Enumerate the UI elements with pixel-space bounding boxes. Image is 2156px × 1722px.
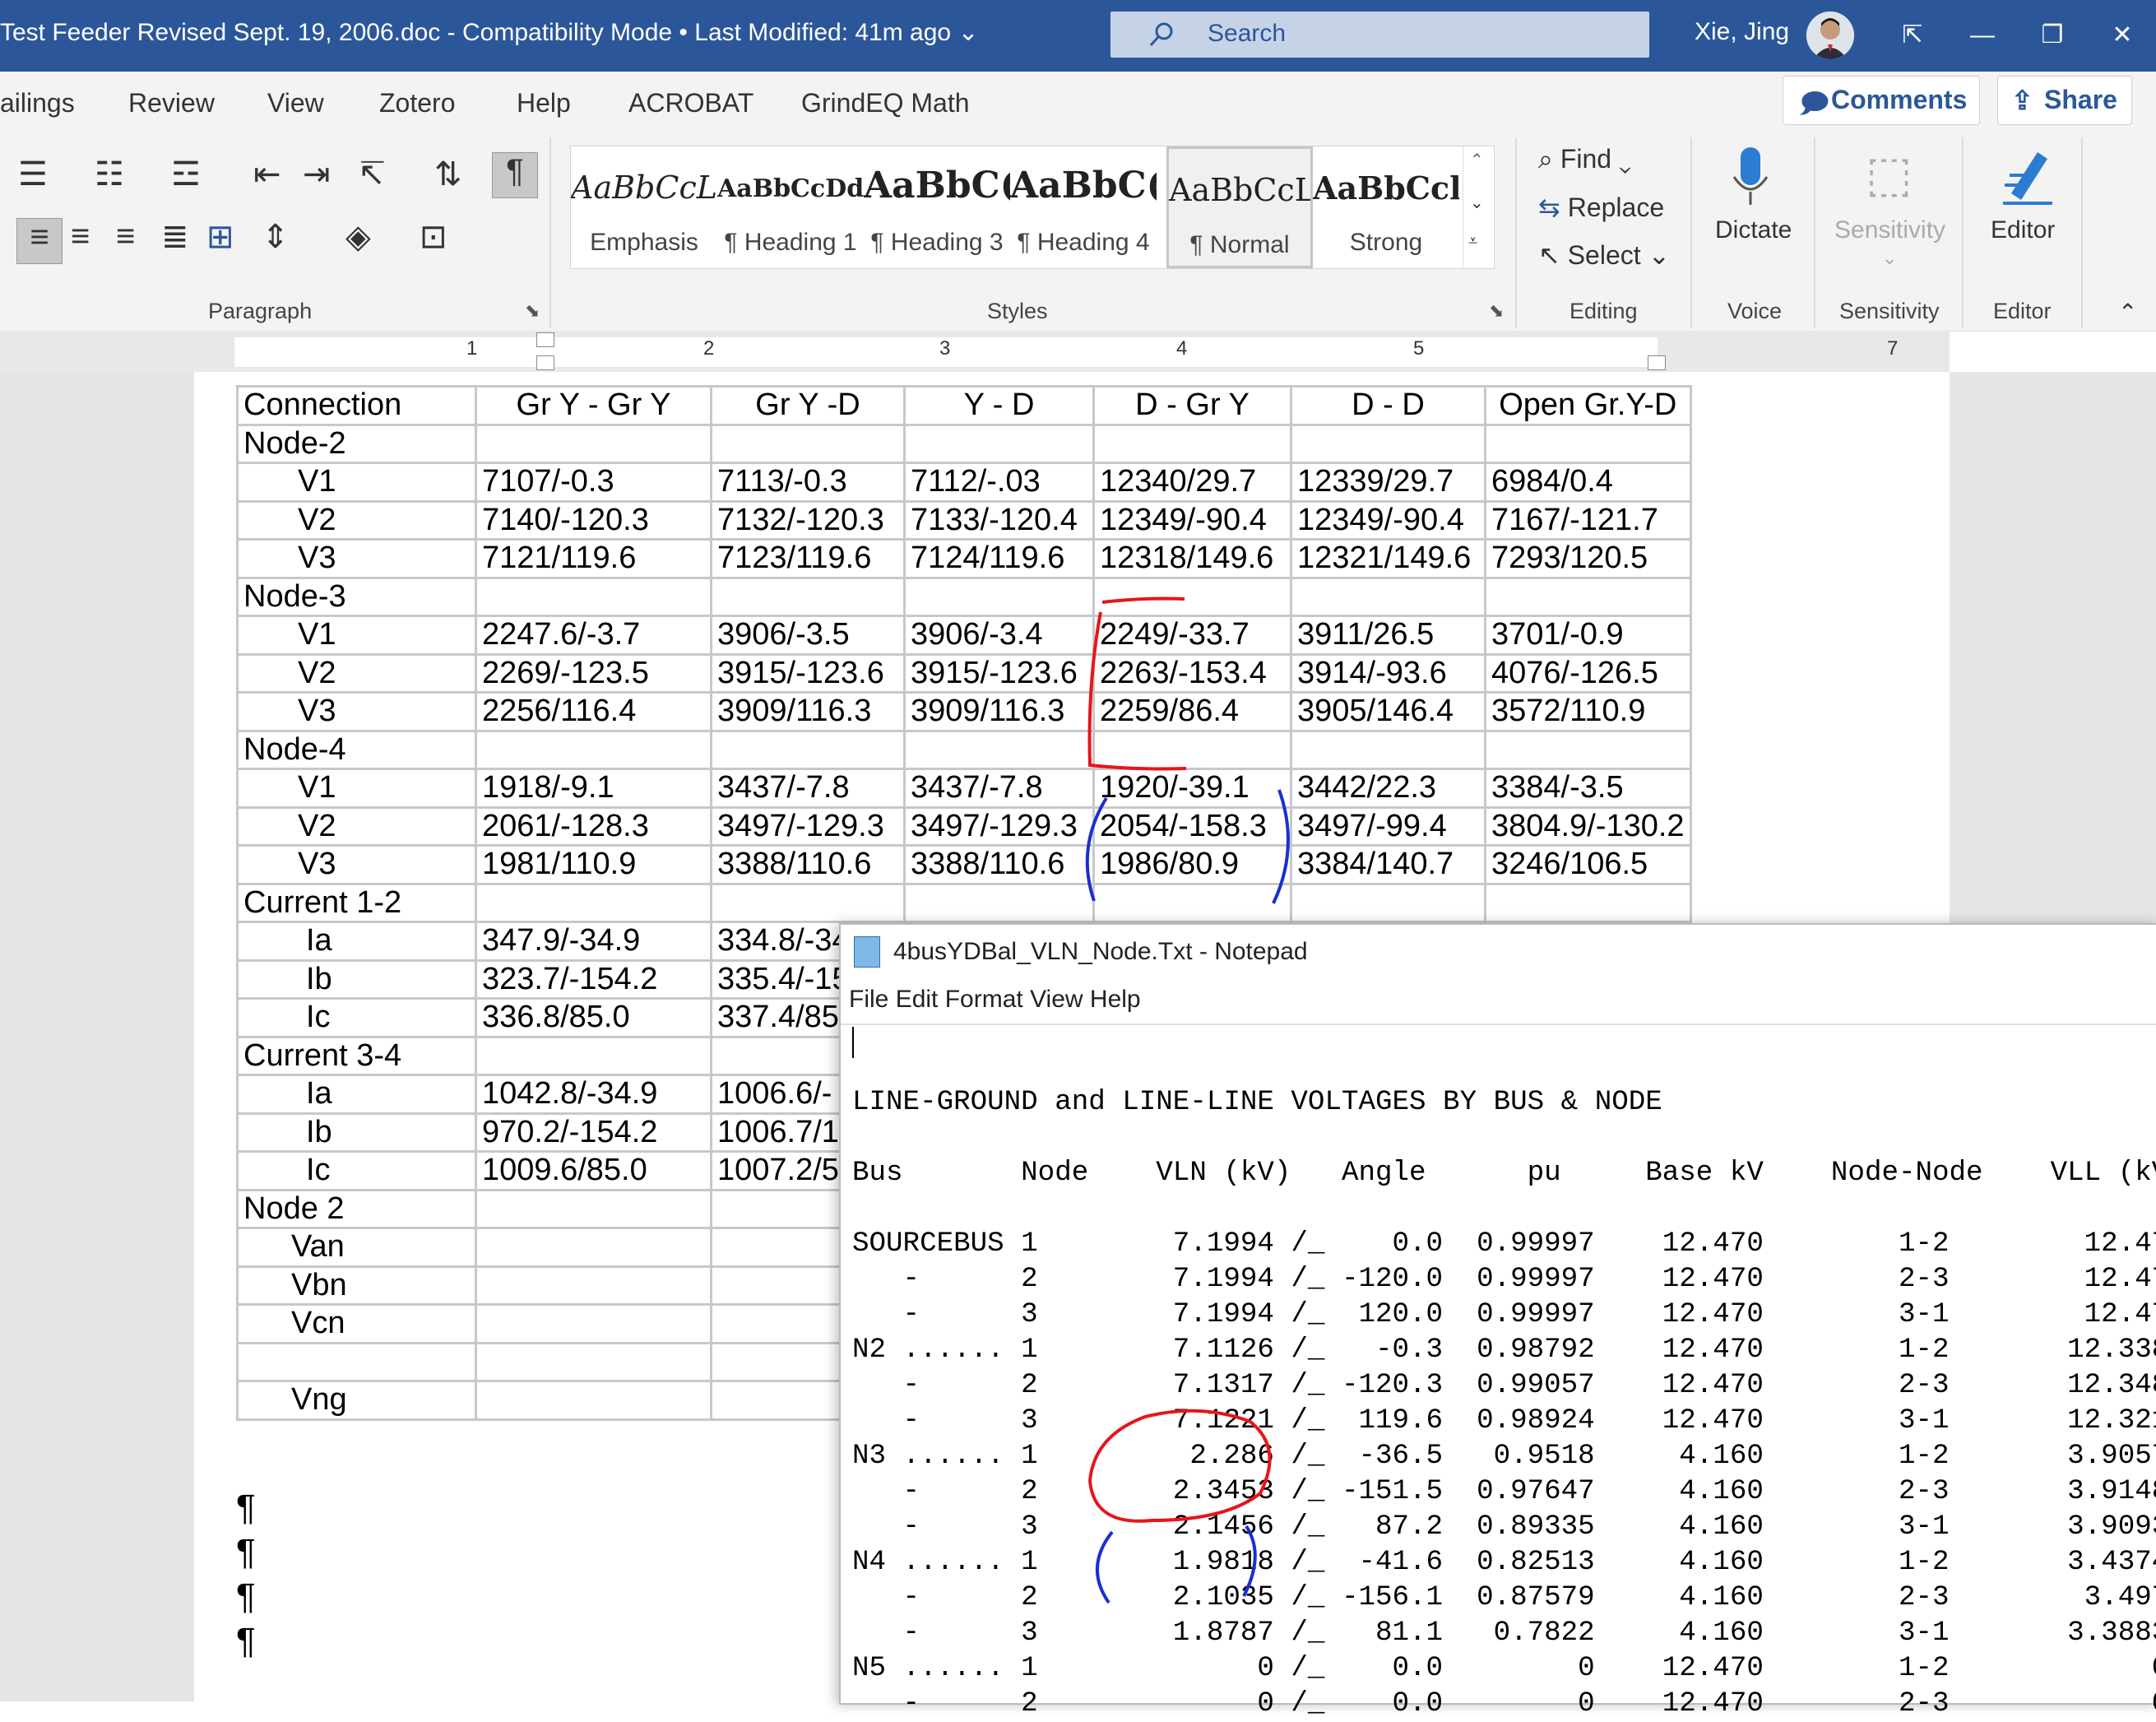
red-ink-circle <box>1087 1409 1272 1523</box>
blue-ink-left-paren <box>1095 1530 1114 1604</box>
blue-ink-right-paren <box>1242 1525 1257 1597</box>
ink-annotations-notepad <box>1087 1409 1272 1604</box>
